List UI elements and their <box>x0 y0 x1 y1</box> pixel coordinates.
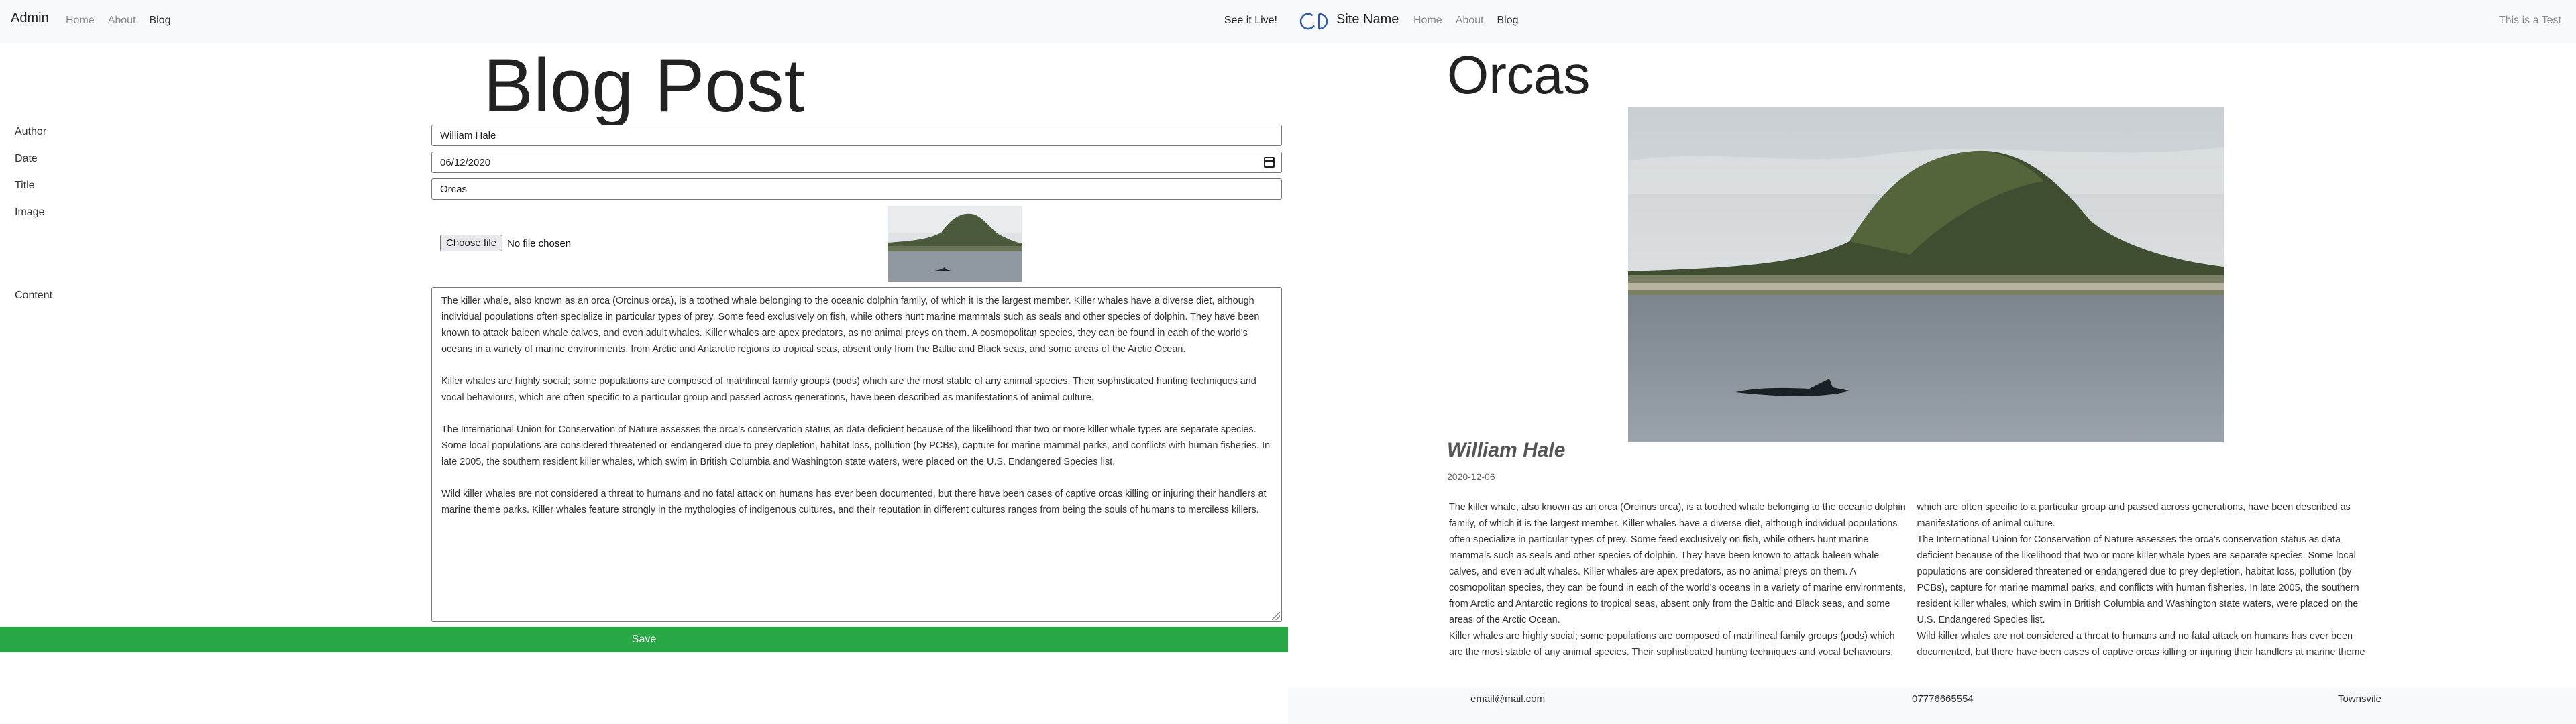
image-label: Image <box>15 206 45 218</box>
post-body: The killer whale, also known as an orca … <box>1449 499 2375 677</box>
site-name[interactable]: Site Name <box>1336 12 1399 27</box>
site-nav-home[interactable]: Home <box>1413 15 1442 27</box>
site-nav-links: Home About Blog <box>1413 15 1519 27</box>
title-input[interactable]: Orcas <box>431 178 1282 200</box>
admin-nav-home[interactable]: Home <box>66 15 95 27</box>
post-paragraph: The killer whale, also known as an orca … <box>1449 502 1907 625</box>
post-hero-image <box>1628 107 2224 442</box>
author-value: William Hale <box>440 129 496 141</box>
file-status: No file chosen <box>507 238 572 249</box>
page-title: Blog Post <box>483 44 805 127</box>
footer-phone: 07776665554 <box>1912 693 1974 705</box>
content-paragraph: Killer whales are highly social; some po… <box>441 376 1256 403</box>
post-author: William Hale <box>1447 439 1566 461</box>
site-logo[interactable] <box>1299 12 1334 34</box>
content-label: Content <box>15 290 53 301</box>
title-label: Title <box>15 180 35 191</box>
content-paragraph: The International Union for Conservation… <box>441 424 1271 467</box>
site-footer: email@mail.com 07776665554 Townsvile <box>1288 688 2576 724</box>
post-title: Orcas <box>1447 45 1591 105</box>
site-tagline: This is a Test <box>2498 15 2561 26</box>
post-date: 2020-12-06 <box>1447 471 1495 482</box>
date-value: 06/12/2020 <box>440 156 491 168</box>
live-preview: Site Name Home About Blog This is a Test… <box>1288 0 2576 724</box>
admin-brand[interactable]: Admin <box>11 11 49 26</box>
author-label: Author <box>15 126 47 137</box>
site-navbar: Site Name Home About Blog This is a Test <box>1288 0 2576 43</box>
content-textarea[interactable]: The killer whale, also known as an orca … <box>431 287 1282 622</box>
choose-file-button[interactable]: Choose file <box>440 235 503 251</box>
admin-nav-blog[interactable]: Blog <box>150 15 171 27</box>
see-it-live-link[interactable]: See it Live! <box>1224 15 1277 27</box>
image-thumbnail <box>888 206 1022 282</box>
calendar-icon[interactable] <box>1264 157 1275 168</box>
content-paragraph: The killer whale, also known as an orca … <box>441 296 1260 355</box>
post-paragraph: The International Union for Conservation… <box>1917 534 2359 625</box>
date-input[interactable]: 06/12/2020 <box>431 152 1282 173</box>
admin-nav-links: Home About Blog <box>66 15 171 27</box>
admin-nav-about[interactable]: About <box>108 15 136 27</box>
footer-town: Townsvile <box>2338 693 2382 705</box>
site-nav-about[interactable]: About <box>1456 15 1484 27</box>
footer-email[interactable]: email@mail.com <box>1470 693 1545 705</box>
date-label: Date <box>15 153 38 164</box>
save-button[interactable]: Save <box>0 627 1288 652</box>
admin-panel: Admin Home About Blog See it Live! Blog … <box>0 0 1288 724</box>
resize-handle[interactable] <box>1272 612 1280 620</box>
title-value: Orcas <box>440 183 468 195</box>
author-input[interactable]: William Hale <box>431 125 1282 146</box>
site-nav-blog[interactable]: Blog <box>1497 15 1519 27</box>
content-paragraph: Wild killer whales are not considered a … <box>441 489 1267 516</box>
admin-navbar: Admin Home About Blog See it Live! <box>0 0 1288 43</box>
